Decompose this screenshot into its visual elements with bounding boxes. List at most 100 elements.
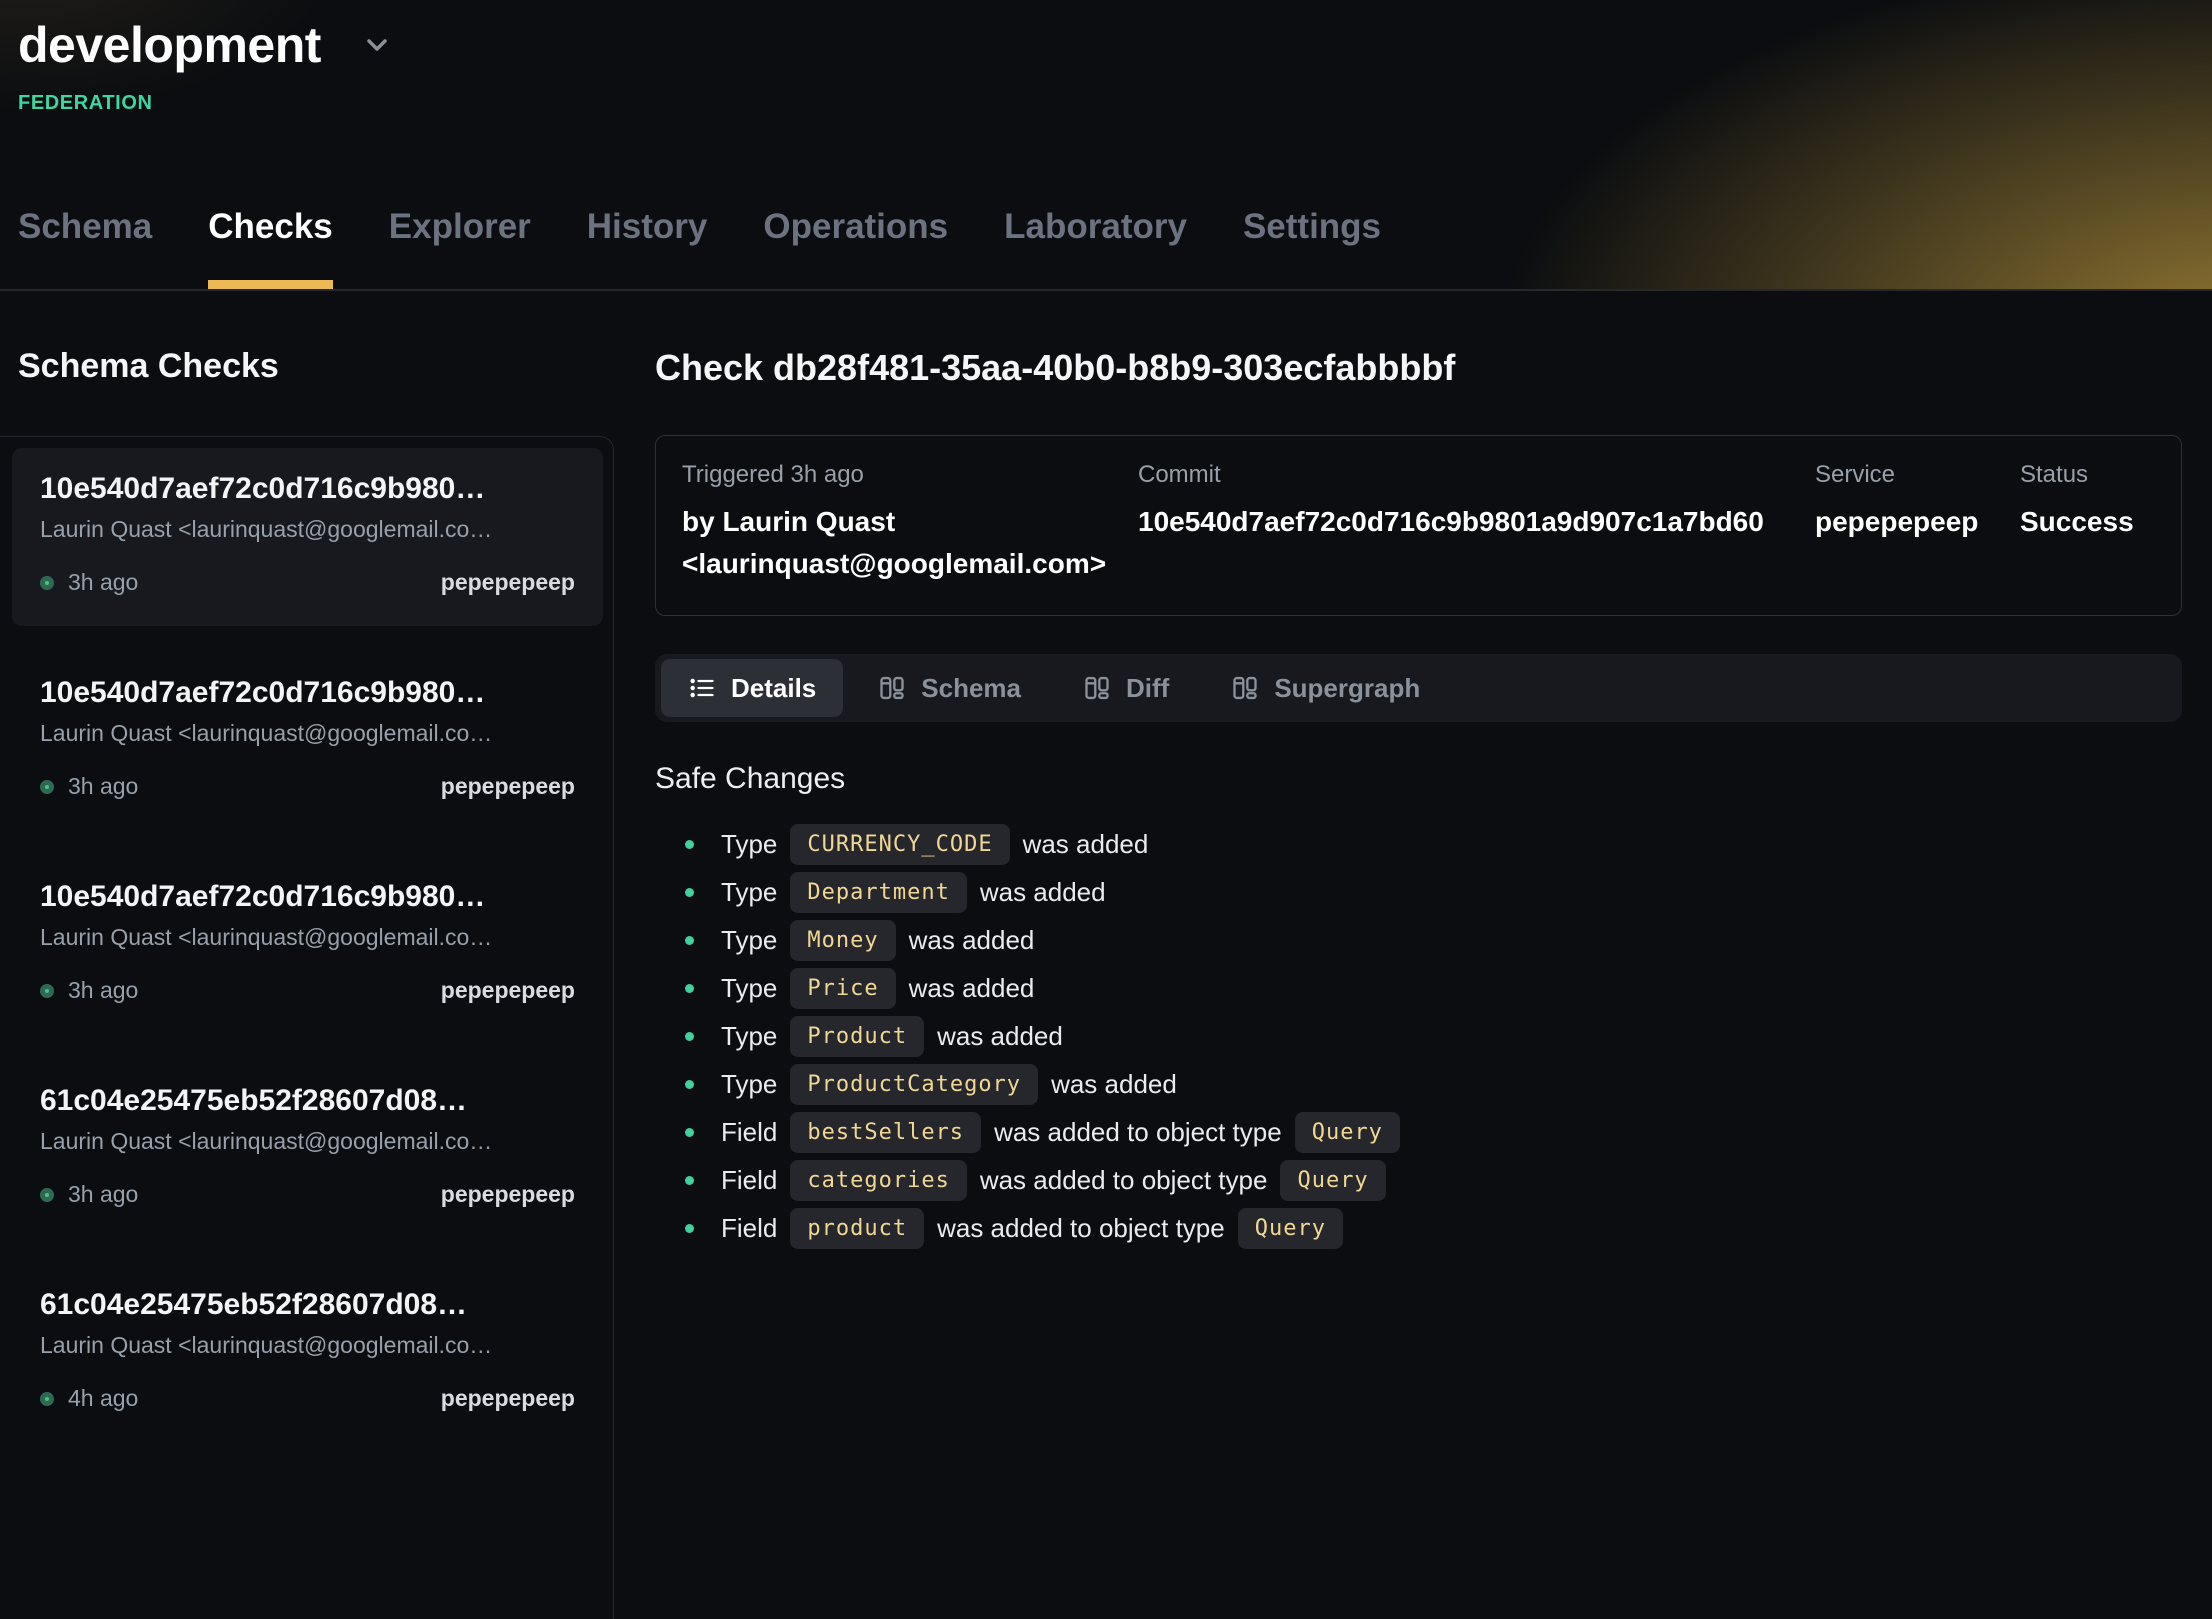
status-dot-icon xyxy=(40,1188,54,1202)
check-author: Laurin Quast <laurinquast@googlemail.co… xyxy=(40,720,575,747)
change-item: Field bestSellers was added to object ty… xyxy=(655,1108,2182,1156)
changes-section-title: Safe Changes xyxy=(655,762,2182,796)
checks-sidebar: Schema Checks 10e540d7aef72c0d716c9b980…… xyxy=(0,291,614,1474)
triggered-value: by Laurin Quast <laurinquast@googlemail.… xyxy=(682,501,1118,585)
change-suffix: was added to object type xyxy=(994,1117,1282,1148)
change-suffix: was added xyxy=(909,973,1035,1004)
tab-laboratory[interactable]: Laboratory xyxy=(1004,207,1187,291)
change-item: Field product was added to object type Q… xyxy=(655,1204,2182,1252)
change-code-badge: bestSellers xyxy=(790,1112,981,1153)
triggered-label: Triggered 3h ago xyxy=(682,461,1118,489)
bullet-icon xyxy=(685,936,694,945)
check-commit-hash: 61c04e25475eb52f28607d08… xyxy=(40,1288,575,1322)
detail-tab-details[interactable]: Details xyxy=(661,659,843,717)
project-type-badge: FEDERATION xyxy=(18,92,2212,115)
change-prefix: Field xyxy=(721,1165,777,1196)
change-suffix: was added xyxy=(980,877,1106,908)
check-time: 4h ago xyxy=(68,1385,138,1412)
bullet-icon xyxy=(685,1224,694,1233)
tab-schema[interactable]: Schema xyxy=(18,207,152,291)
commit-value: 10e540d7aef72c0d716c9b9801a9d907c1a7bd60 xyxy=(1138,501,1795,543)
check-commit-hash: 61c04e25475eb52f28607d08… xyxy=(40,1084,575,1118)
check-commit-hash: 10e540d7aef72c0d716c9b980… xyxy=(40,880,575,914)
status-label: Status xyxy=(2020,461,2135,489)
change-prefix: Type xyxy=(721,973,777,1004)
check-time: 3h ago xyxy=(68,1181,138,1208)
change-suffix: was added xyxy=(1051,1069,1177,1100)
tab-history[interactable]: History xyxy=(587,207,708,291)
meta-service: Service pepepepeep xyxy=(1815,461,2020,585)
check-meta-row: 3h ago pepepepeep xyxy=(40,569,575,596)
check-service: pepepepeep xyxy=(441,773,575,800)
change-code-badge: CURRENCY_CODE xyxy=(790,824,1009,865)
changes-list: Type CURRENCY_CODE was added Type Depart… xyxy=(655,820,2182,1252)
check-commit-hash: 10e540d7aef72c0d716c9b980… xyxy=(40,472,575,506)
check-detail-panel: Check db28f481-35aa-40b0-b8b9-303ecfabbb… xyxy=(614,291,2212,1474)
chevron-down-icon[interactable] xyxy=(361,29,393,61)
check-meta-card: Triggered 3h ago by Laurin Quast <laurin… xyxy=(655,435,2182,616)
change-item: Type Department was added xyxy=(655,868,2182,916)
check-service: pepepepeep xyxy=(441,1181,575,1208)
columns-icon xyxy=(878,674,906,702)
service-label: Service xyxy=(1815,461,2000,489)
list-icon xyxy=(688,674,716,702)
check-detail-title: Check db28f481-35aa-40b0-b8b9-303ecfabbb… xyxy=(655,347,2182,389)
change-prefix: Field xyxy=(721,1117,777,1148)
tab-operations[interactable]: Operations xyxy=(763,207,948,291)
change-suffix: was added to object type xyxy=(980,1165,1268,1196)
bullet-icon xyxy=(685,1128,694,1137)
status-dot-icon xyxy=(40,780,54,794)
top-tab-bar: Schema Checks Explorer History Operation… xyxy=(18,207,1381,291)
check-author: Laurin Quast <laurinquast@googlemail.co… xyxy=(40,924,575,951)
check-meta-row: 3h ago pepepepeep xyxy=(40,773,575,800)
check-meta-row: 4h ago pepepepeep xyxy=(40,1385,575,1412)
bullet-icon xyxy=(685,1032,694,1041)
bullet-icon xyxy=(685,840,694,849)
tab-settings[interactable]: Settings xyxy=(1243,207,1381,291)
check-author: Laurin Quast <laurinquast@googlemail.co… xyxy=(40,516,575,543)
check-list-item[interactable]: 10e540d7aef72c0d716c9b980… Laurin Quast … xyxy=(12,652,603,830)
checks-list: 10e540d7aef72c0d716c9b980… Laurin Quast … xyxy=(0,436,614,1619)
detail-tab-diff[interactable]: Diff xyxy=(1056,659,1196,717)
change-item: Type Product was added xyxy=(655,1012,2182,1060)
change-code-badge: product xyxy=(790,1208,924,1249)
bullet-icon xyxy=(685,888,694,897)
status-dot-icon xyxy=(40,984,54,998)
columns-icon xyxy=(1231,674,1259,702)
change-code-badge: Department xyxy=(790,872,966,913)
check-list-item[interactable]: 61c04e25475eb52f28607d08… Laurin Quast <… xyxy=(12,1264,603,1442)
check-service: pepepepeep xyxy=(441,569,575,596)
tab-explorer[interactable]: Explorer xyxy=(389,207,531,291)
change-suffix: was added xyxy=(1023,829,1149,860)
check-meta-row: 3h ago pepepepeep xyxy=(40,977,575,1004)
change-item: Type ProductCategory was added xyxy=(655,1060,2182,1108)
detail-tab-supergraph[interactable]: Supergraph xyxy=(1204,659,1447,717)
check-detail-tabs: Details Schema Diff xyxy=(655,654,2182,722)
check-list-item[interactable]: 10e540d7aef72c0d716c9b980… Laurin Quast … xyxy=(12,448,603,626)
check-author: Laurin Quast <laurinquast@googlemail.co… xyxy=(40,1128,575,1155)
change-code-badge: Query xyxy=(1238,1208,1343,1249)
change-code-badge: Query xyxy=(1280,1160,1385,1201)
meta-commit: Commit 10e540d7aef72c0d716c9b9801a9d907c… xyxy=(1138,461,1815,585)
detail-tab-schema[interactable]: Schema xyxy=(851,659,1048,717)
meta-status: Status Success xyxy=(2020,461,2155,585)
service-value: pepepepeep xyxy=(1815,501,2000,543)
tab-checks[interactable]: Checks xyxy=(208,207,333,291)
change-prefix: Type xyxy=(721,829,777,860)
sidebar-title: Schema Checks xyxy=(18,347,614,386)
change-prefix: Type xyxy=(721,1069,777,1100)
change-code-badge: Query xyxy=(1295,1112,1400,1153)
app-root: development FEDERATION Schema Checks Exp… xyxy=(0,0,2212,1474)
change-item: Type CURRENCY_CODE was added xyxy=(655,820,2182,868)
target-name[interactable]: development xyxy=(18,16,321,74)
meta-triggered: Triggered 3h ago by Laurin Quast <laurin… xyxy=(682,461,1138,585)
bullet-icon xyxy=(685,1080,694,1089)
check-list-item[interactable]: 61c04e25475eb52f28607d08… Laurin Quast <… xyxy=(12,1060,603,1238)
change-code-badge: Product xyxy=(790,1016,924,1057)
change-item: Field categories was added to object typ… xyxy=(655,1156,2182,1204)
bullet-icon xyxy=(685,1176,694,1185)
check-meta-row: 3h ago pepepepeep xyxy=(40,1181,575,1208)
check-list-item[interactable]: 10e540d7aef72c0d716c9b980… Laurin Quast … xyxy=(12,856,603,1034)
commit-label: Commit xyxy=(1138,461,1795,489)
change-prefix: Type xyxy=(721,1021,777,1052)
